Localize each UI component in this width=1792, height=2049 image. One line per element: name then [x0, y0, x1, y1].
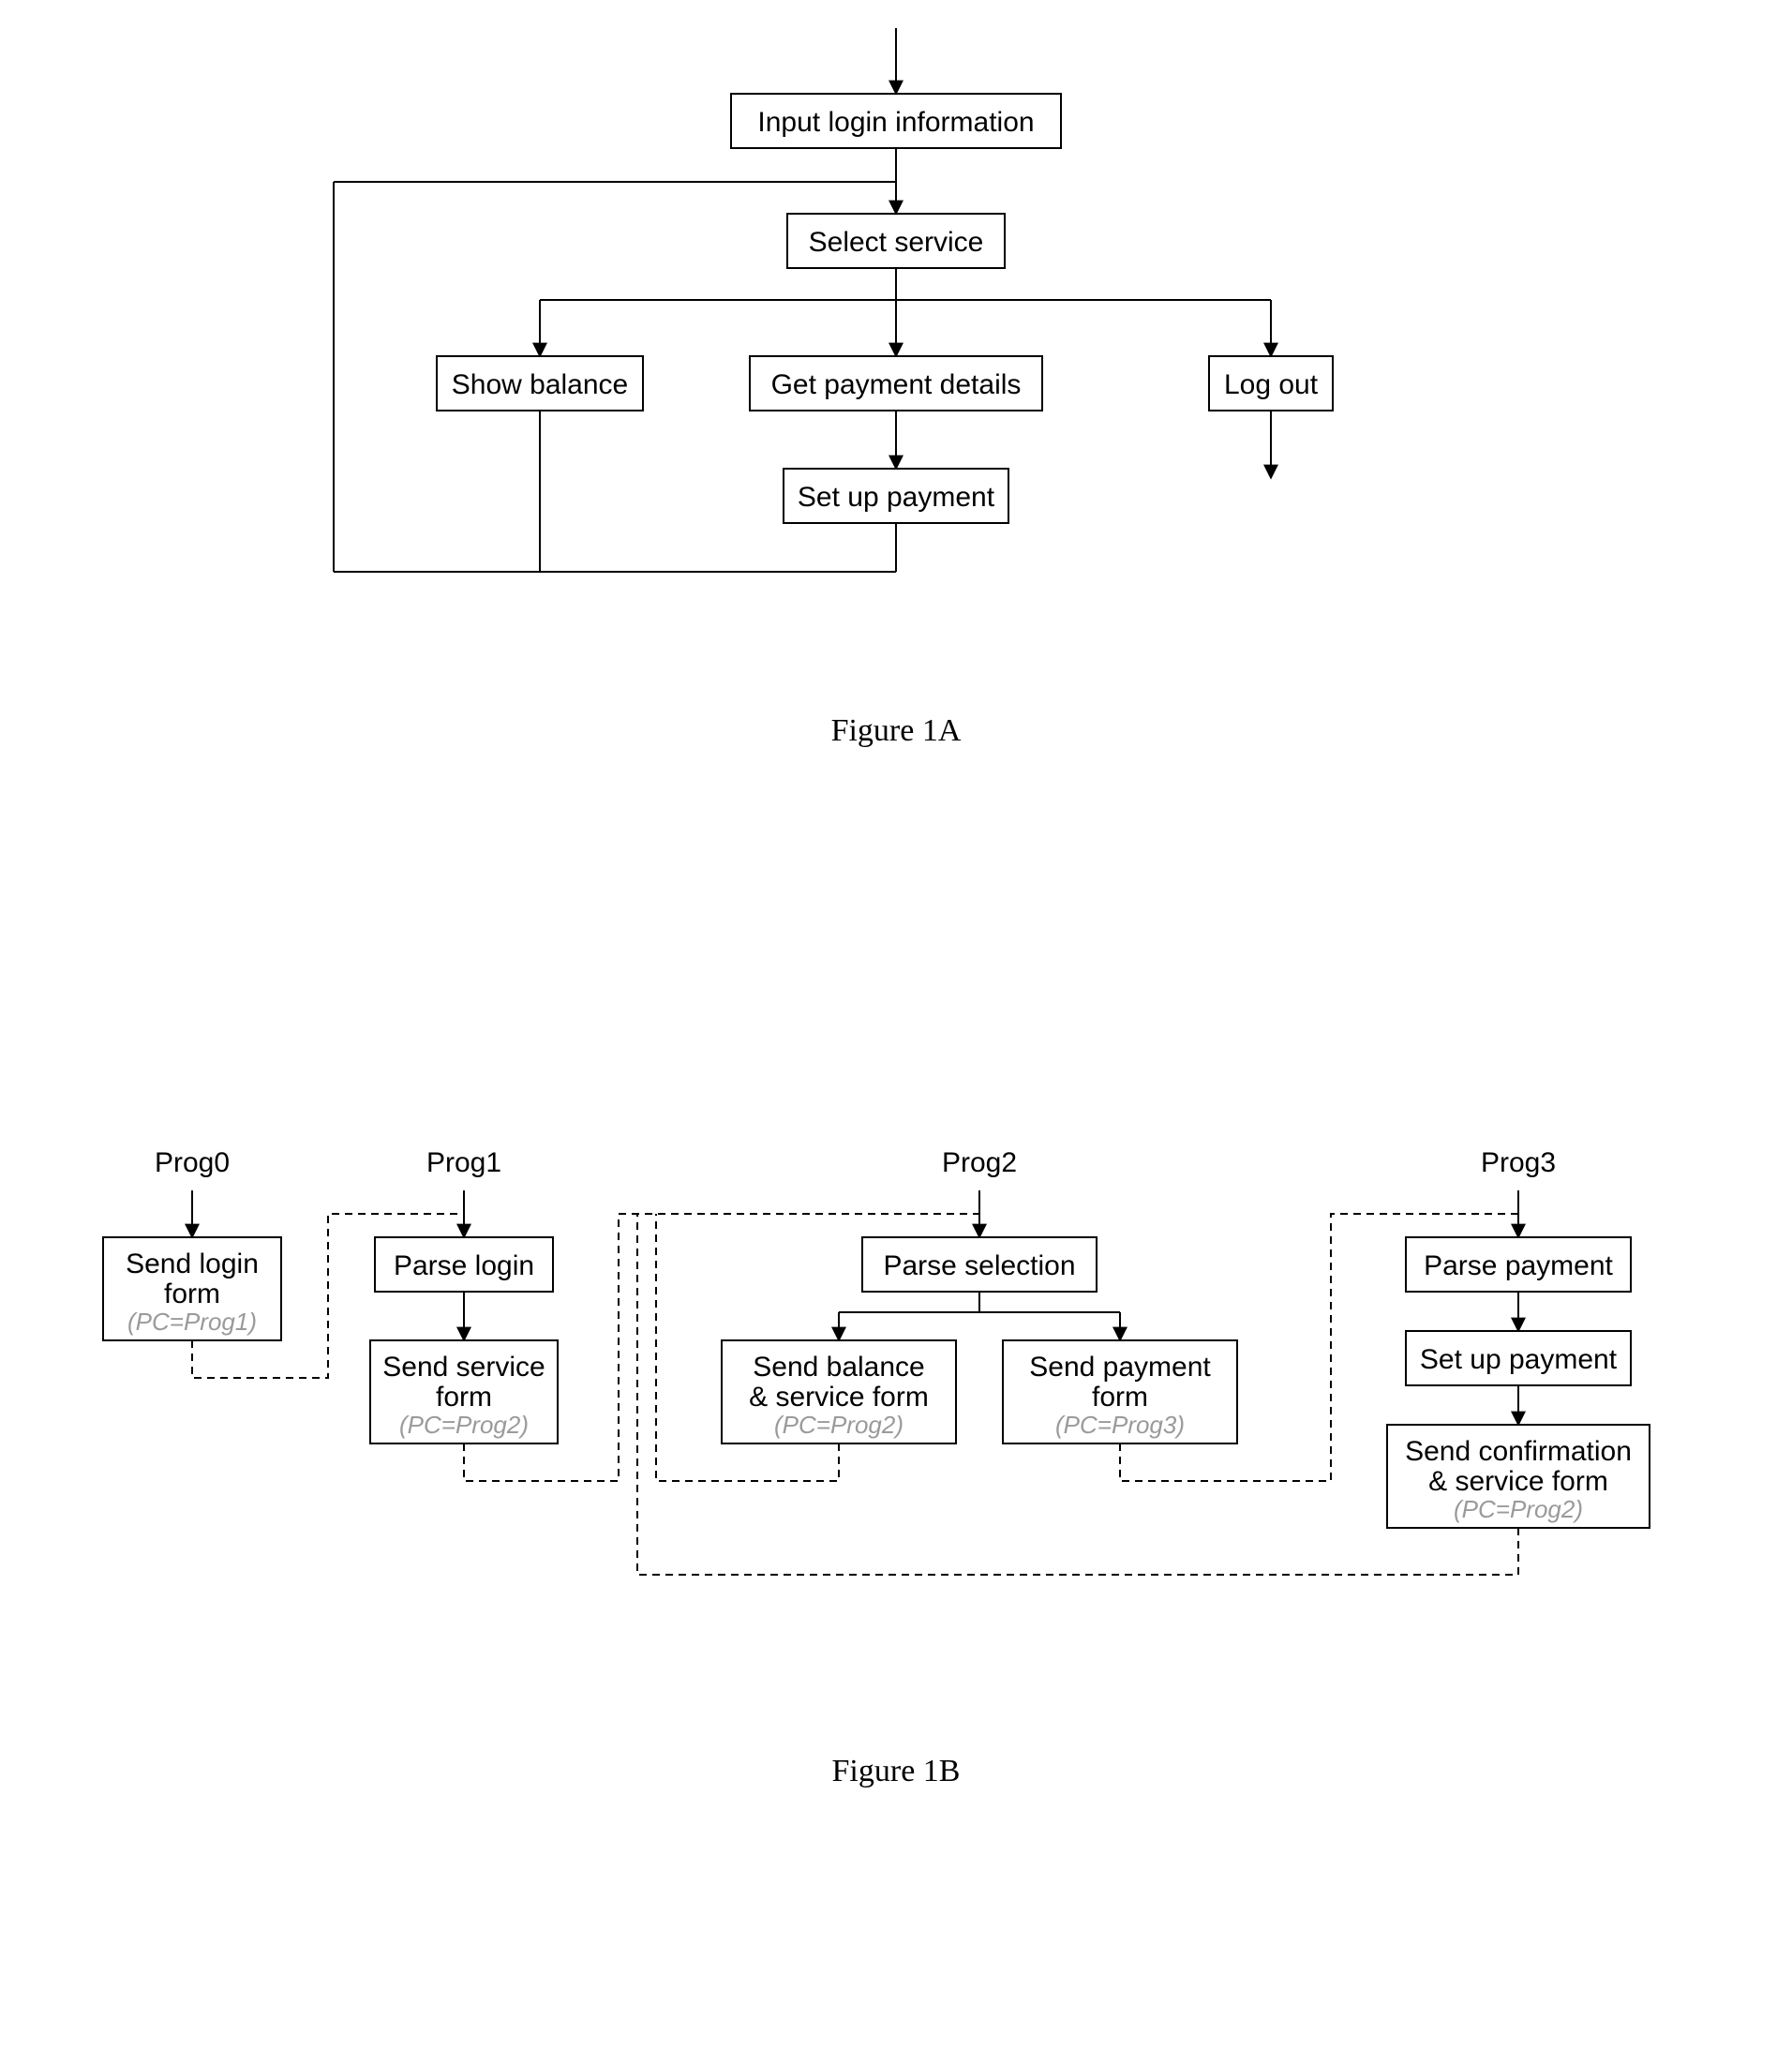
figure-1a-caption: Figure 1A — [831, 713, 962, 748]
node-p1-sendsvc: Send service form (PC=Prog2) — [370, 1340, 558, 1443]
node-p2-parse-l1: Parse selection — [883, 1250, 1075, 1281]
node-p0-sendlogin-pc: (PC=Prog1) — [127, 1308, 257, 1336]
figure-1b: Prog0 Prog1 Prog2 Prog3 Send login form … — [103, 1147, 1650, 1788]
node-p2-parse: Parse selection — [862, 1237, 1097, 1292]
node-p2-payform: Send payment form (PC=Prog3) — [1003, 1340, 1237, 1443]
prog3-label: Prog3 — [1481, 1147, 1556, 1178]
node-p3-conf-pc: (PC=Prog2) — [1454, 1495, 1583, 1523]
node-p0-sendlogin-l2: form — [164, 1279, 220, 1309]
node-select: Select service — [787, 214, 1005, 268]
prog2-label: Prog2 — [942, 1147, 1017, 1178]
node-paydet: Get payment details — [750, 356, 1042, 411]
prog1-label: Prog1 — [426, 1147, 501, 1178]
node-balance: Show balance — [437, 356, 643, 411]
node-p2-payform-l1: Send payment — [1029, 1352, 1211, 1383]
node-login-label: Input login information — [757, 107, 1034, 138]
node-p1-parse: Parse login — [375, 1237, 553, 1292]
node-p3-conf-l1: Send confirmation — [1405, 1436, 1632, 1467]
node-p3-parse: Parse payment — [1406, 1237, 1631, 1292]
node-p1-sendsvc-l2: form — [436, 1382, 492, 1413]
node-login: Input login information — [731, 94, 1061, 148]
node-p2-balance-l1: Send balance — [753, 1352, 925, 1383]
node-logout-label: Log out — [1224, 369, 1319, 400]
node-logout: Log out — [1209, 356, 1333, 411]
node-p3-parse-l1: Parse payment — [1424, 1250, 1613, 1281]
node-p1-sendsvc-l1: Send service — [382, 1352, 545, 1383]
node-p2-payform-l2: form — [1092, 1382, 1148, 1413]
diagram-svg: Input login information Select service S… — [0, 0, 1792, 2049]
node-p0-sendlogin: Send login form (PC=Prog1) — [103, 1237, 281, 1340]
node-setup-label: Set up payment — [798, 482, 995, 513]
node-p2-payform-pc: (PC=Prog3) — [1055, 1411, 1185, 1439]
node-p3-conf: Send confirmation & service form (PC=Pro… — [1387, 1425, 1650, 1528]
node-paydet-label: Get payment details — [771, 369, 1022, 400]
node-p1-parse-l1: Parse login — [394, 1250, 534, 1281]
node-p3-conf-l2: & service form — [1428, 1466, 1608, 1497]
node-setup: Set up payment — [784, 469, 1008, 523]
prog0-label: Prog0 — [155, 1147, 230, 1178]
node-p1-sendsvc-pc: (PC=Prog2) — [399, 1411, 529, 1439]
node-p3-setup: Set up payment — [1406, 1331, 1631, 1385]
node-balance-label: Show balance — [452, 369, 628, 400]
figure-1b-caption: Figure 1B — [832, 1754, 961, 1788]
node-p2-balance-pc: (PC=Prog2) — [774, 1411, 903, 1439]
node-select-label: Select service — [809, 227, 984, 258]
figure-1a: Input login information Select service S… — [334, 28, 1333, 748]
node-p2-balance-l2: & service form — [749, 1382, 929, 1413]
node-p2-balance: Send balance & service form (PC=Prog2) — [722, 1340, 956, 1443]
node-p0-sendlogin-l1: Send login — [126, 1249, 259, 1279]
node-p3-setup-l1: Set up payment — [1420, 1344, 1618, 1375]
page: Input login information Select service S… — [0, 0, 1792, 2049]
